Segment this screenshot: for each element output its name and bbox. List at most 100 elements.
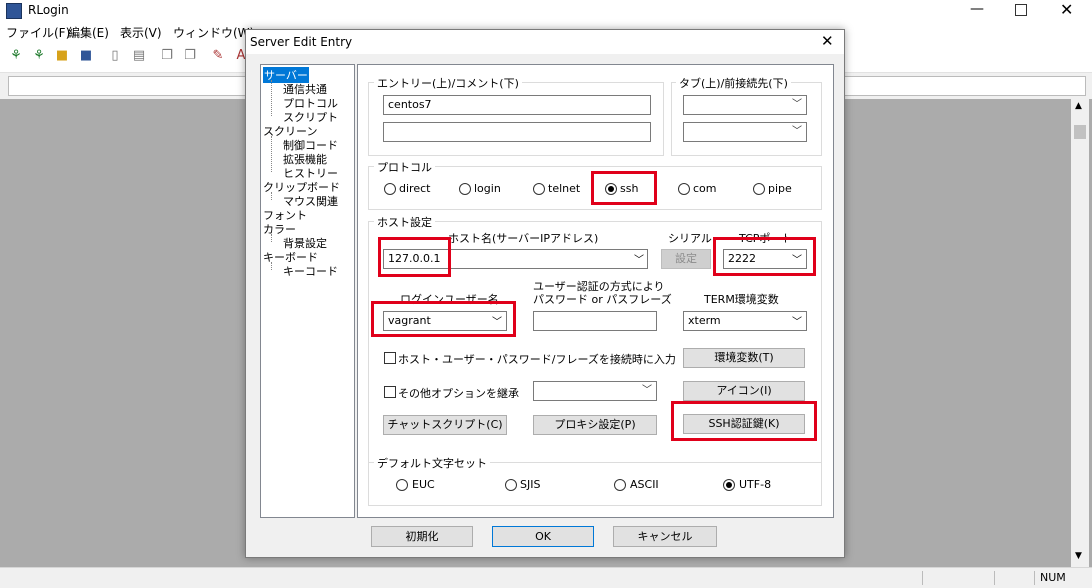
tab-combo[interactable]: ﹀ bbox=[683, 95, 807, 115]
charset-radio-ascii[interactable] bbox=[614, 479, 626, 491]
protocol-radio-login[interactable] bbox=[459, 183, 471, 195]
chevron-down-icon: ﹀ bbox=[634, 255, 644, 266]
prompt-on-connect-label: ホスト・ユーザー・パスワード/フレーズを接続時に入力 bbox=[398, 353, 676, 366]
menu-edit[interactable]: 編集(E) bbox=[68, 24, 109, 41]
serial-settings-button[interactable]: 設定 bbox=[661, 249, 711, 269]
previous-host-combo[interactable]: ﹀ bbox=[683, 122, 807, 142]
highlight-login-user bbox=[371, 301, 516, 337]
protocol-label-direct: direct bbox=[399, 182, 431, 195]
term-env-label: TERM環境変数 bbox=[704, 293, 779, 306]
chevron-down-icon: ﹀ bbox=[792, 317, 802, 328]
entry-group-label: エントリー(上)/コメント(下) bbox=[374, 75, 522, 91]
status-sep bbox=[1034, 571, 1035, 585]
menu-window[interactable]: ウィンドウ(W) bbox=[173, 24, 254, 41]
term-combo[interactable]: xterm bbox=[683, 311, 807, 331]
new-document-icon[interactable]: ▯ bbox=[107, 48, 123, 64]
protocol-label-com: com bbox=[693, 182, 717, 195]
proxy-settings-button[interactable]: プロキシ設定(P) bbox=[533, 415, 657, 435]
scroll-down-icon[interactable]: ▼ bbox=[1075, 551, 1082, 561]
protocol-radio-pipe[interactable] bbox=[753, 183, 765, 195]
tree-item-keycode[interactable]: キーコード bbox=[283, 263, 338, 279]
inherit-options-label: その他オプションを継承 bbox=[398, 387, 519, 400]
charset-group-label: デフォルト文字セット bbox=[374, 455, 490, 471]
vertical-scrollbar[interactable]: ▲ ▼ bbox=[1071, 99, 1089, 567]
app-icon bbox=[6, 3, 22, 19]
comment-input[interactable] bbox=[383, 122, 651, 142]
tree-line bbox=[271, 234, 272, 242]
status-bar: NUM bbox=[0, 567, 1092, 588]
app-titlebar: RLogin — ✕ bbox=[0, 0, 1092, 20]
entry-input[interactable]: centos7 bbox=[383, 95, 651, 115]
charset-radio-utf8[interactable] bbox=[723, 479, 735, 491]
protocol-radio-telnet[interactable] bbox=[533, 183, 545, 195]
highlight-ssh bbox=[591, 171, 657, 205]
charset-label-utf8: UTF-8 bbox=[739, 478, 772, 491]
settings-panel: エントリー(上)/コメント(下) centos7 タブ(上)/前接続先(下) ﹀… bbox=[357, 64, 834, 518]
maximize-icon[interactable] bbox=[1015, 4, 1027, 16]
protocol-radio-com[interactable] bbox=[678, 183, 690, 195]
status-sep bbox=[922, 571, 923, 585]
protocol-radio-direct[interactable] bbox=[384, 183, 396, 195]
chevron-down-icon: ﹀ bbox=[792, 99, 802, 110]
charset-label-sjis: SJIS bbox=[520, 478, 541, 491]
status-sep bbox=[994, 571, 995, 585]
inherit-options-combo[interactable]: ﹀ bbox=[533, 381, 657, 401]
password-input[interactable] bbox=[533, 311, 657, 331]
charset-label-ascii: ASCII bbox=[630, 478, 659, 491]
settings-tree[interactable]: サーバー 通信共通 プロトコル スクリプト スクリーン 制御コード 拡張機能 ヒ… bbox=[260, 64, 355, 518]
scroll-up-icon[interactable]: ▲ bbox=[1075, 101, 1082, 111]
protocol-label-login: login bbox=[474, 182, 501, 195]
charset-label-euc: EUC bbox=[412, 478, 435, 491]
close-window-icon[interactable]: ✕ bbox=[1060, 0, 1073, 19]
dialog-close-icon[interactable]: ✕ bbox=[821, 32, 834, 50]
save-icon[interactable]: ■ bbox=[78, 48, 94, 64]
icon-button[interactable]: アイコン(I) bbox=[683, 381, 805, 401]
print-icon[interactable]: ▤ bbox=[131, 48, 147, 64]
open-folder-icon[interactable]: ■ bbox=[54, 48, 70, 64]
host-group-label: ホスト設定 bbox=[374, 214, 435, 230]
tool-icon[interactable]: ✎ bbox=[210, 48, 226, 64]
inherit-options-checkbox[interactable] bbox=[384, 386, 396, 398]
hostname-label: ホスト名(サーバーIPアドレス) bbox=[448, 232, 599, 245]
highlight-tcp-port bbox=[713, 237, 816, 276]
dialog-titlebar: Server Edit Entry ✕ bbox=[246, 30, 844, 54]
chat-script-button[interactable]: チャットスクリプト(C) bbox=[383, 415, 507, 435]
prompt-on-connect-checkbox[interactable] bbox=[384, 352, 396, 364]
tree-line bbox=[271, 136, 272, 172]
charset-radio-sjis[interactable] bbox=[505, 479, 517, 491]
tree-line bbox=[271, 192, 272, 200]
tab-group-label: タブ(上)/前接続先(下) bbox=[676, 75, 791, 91]
cancel-button[interactable]: キャンセル bbox=[613, 526, 717, 547]
serial-label: シリアル bbox=[668, 232, 712, 245]
paste-icon[interactable]: ❐ bbox=[182, 48, 198, 64]
auth-method-label-line2: パスワード or パスフレーズ bbox=[533, 293, 672, 306]
tab-group bbox=[671, 82, 822, 156]
address-input-right[interactable] bbox=[842, 76, 1086, 96]
dialog-title: Server Edit Entry bbox=[250, 35, 353, 49]
env-vars-button[interactable]: 環境変数(T) bbox=[683, 348, 805, 368]
address-input[interactable] bbox=[8, 76, 246, 96]
entry-group bbox=[368, 82, 664, 156]
copy-icon[interactable]: ❐ bbox=[159, 48, 175, 64]
quick-connect-icon[interactable]: ⚘ bbox=[31, 48, 47, 64]
scroll-thumb[interactable] bbox=[1074, 125, 1086, 139]
chevron-down-icon: ﹀ bbox=[642, 385, 652, 396]
protocol-group-label: プロトコル bbox=[374, 159, 435, 175]
chevron-down-icon: ﹀ bbox=[792, 126, 802, 137]
status-num: NUM bbox=[1040, 571, 1066, 584]
reset-button[interactable]: 初期化 bbox=[371, 526, 473, 547]
app-title: RLogin bbox=[28, 3, 69, 17]
tree-line bbox=[271, 262, 272, 270]
minimize-icon[interactable]: — bbox=[970, 1, 984, 17]
server-edit-dialog: Server Edit Entry ✕ サーバー 通信共通 プロトコル スクリプ… bbox=[245, 29, 845, 558]
highlight-ssh-key bbox=[671, 401, 817, 441]
menu-view[interactable]: 表示(V) bbox=[120, 24, 162, 41]
protocol-label-pipe: pipe bbox=[768, 182, 792, 195]
tree-line bbox=[271, 80, 272, 116]
charset-radio-euc[interactable] bbox=[396, 479, 408, 491]
protocol-label-telnet: telnet bbox=[548, 182, 581, 195]
menu-file[interactable]: ファイル(F) bbox=[6, 24, 70, 41]
highlight-hostname bbox=[378, 237, 451, 277]
ok-button[interactable]: OK bbox=[492, 526, 594, 547]
connect-icon[interactable]: ⚘ bbox=[8, 48, 24, 64]
